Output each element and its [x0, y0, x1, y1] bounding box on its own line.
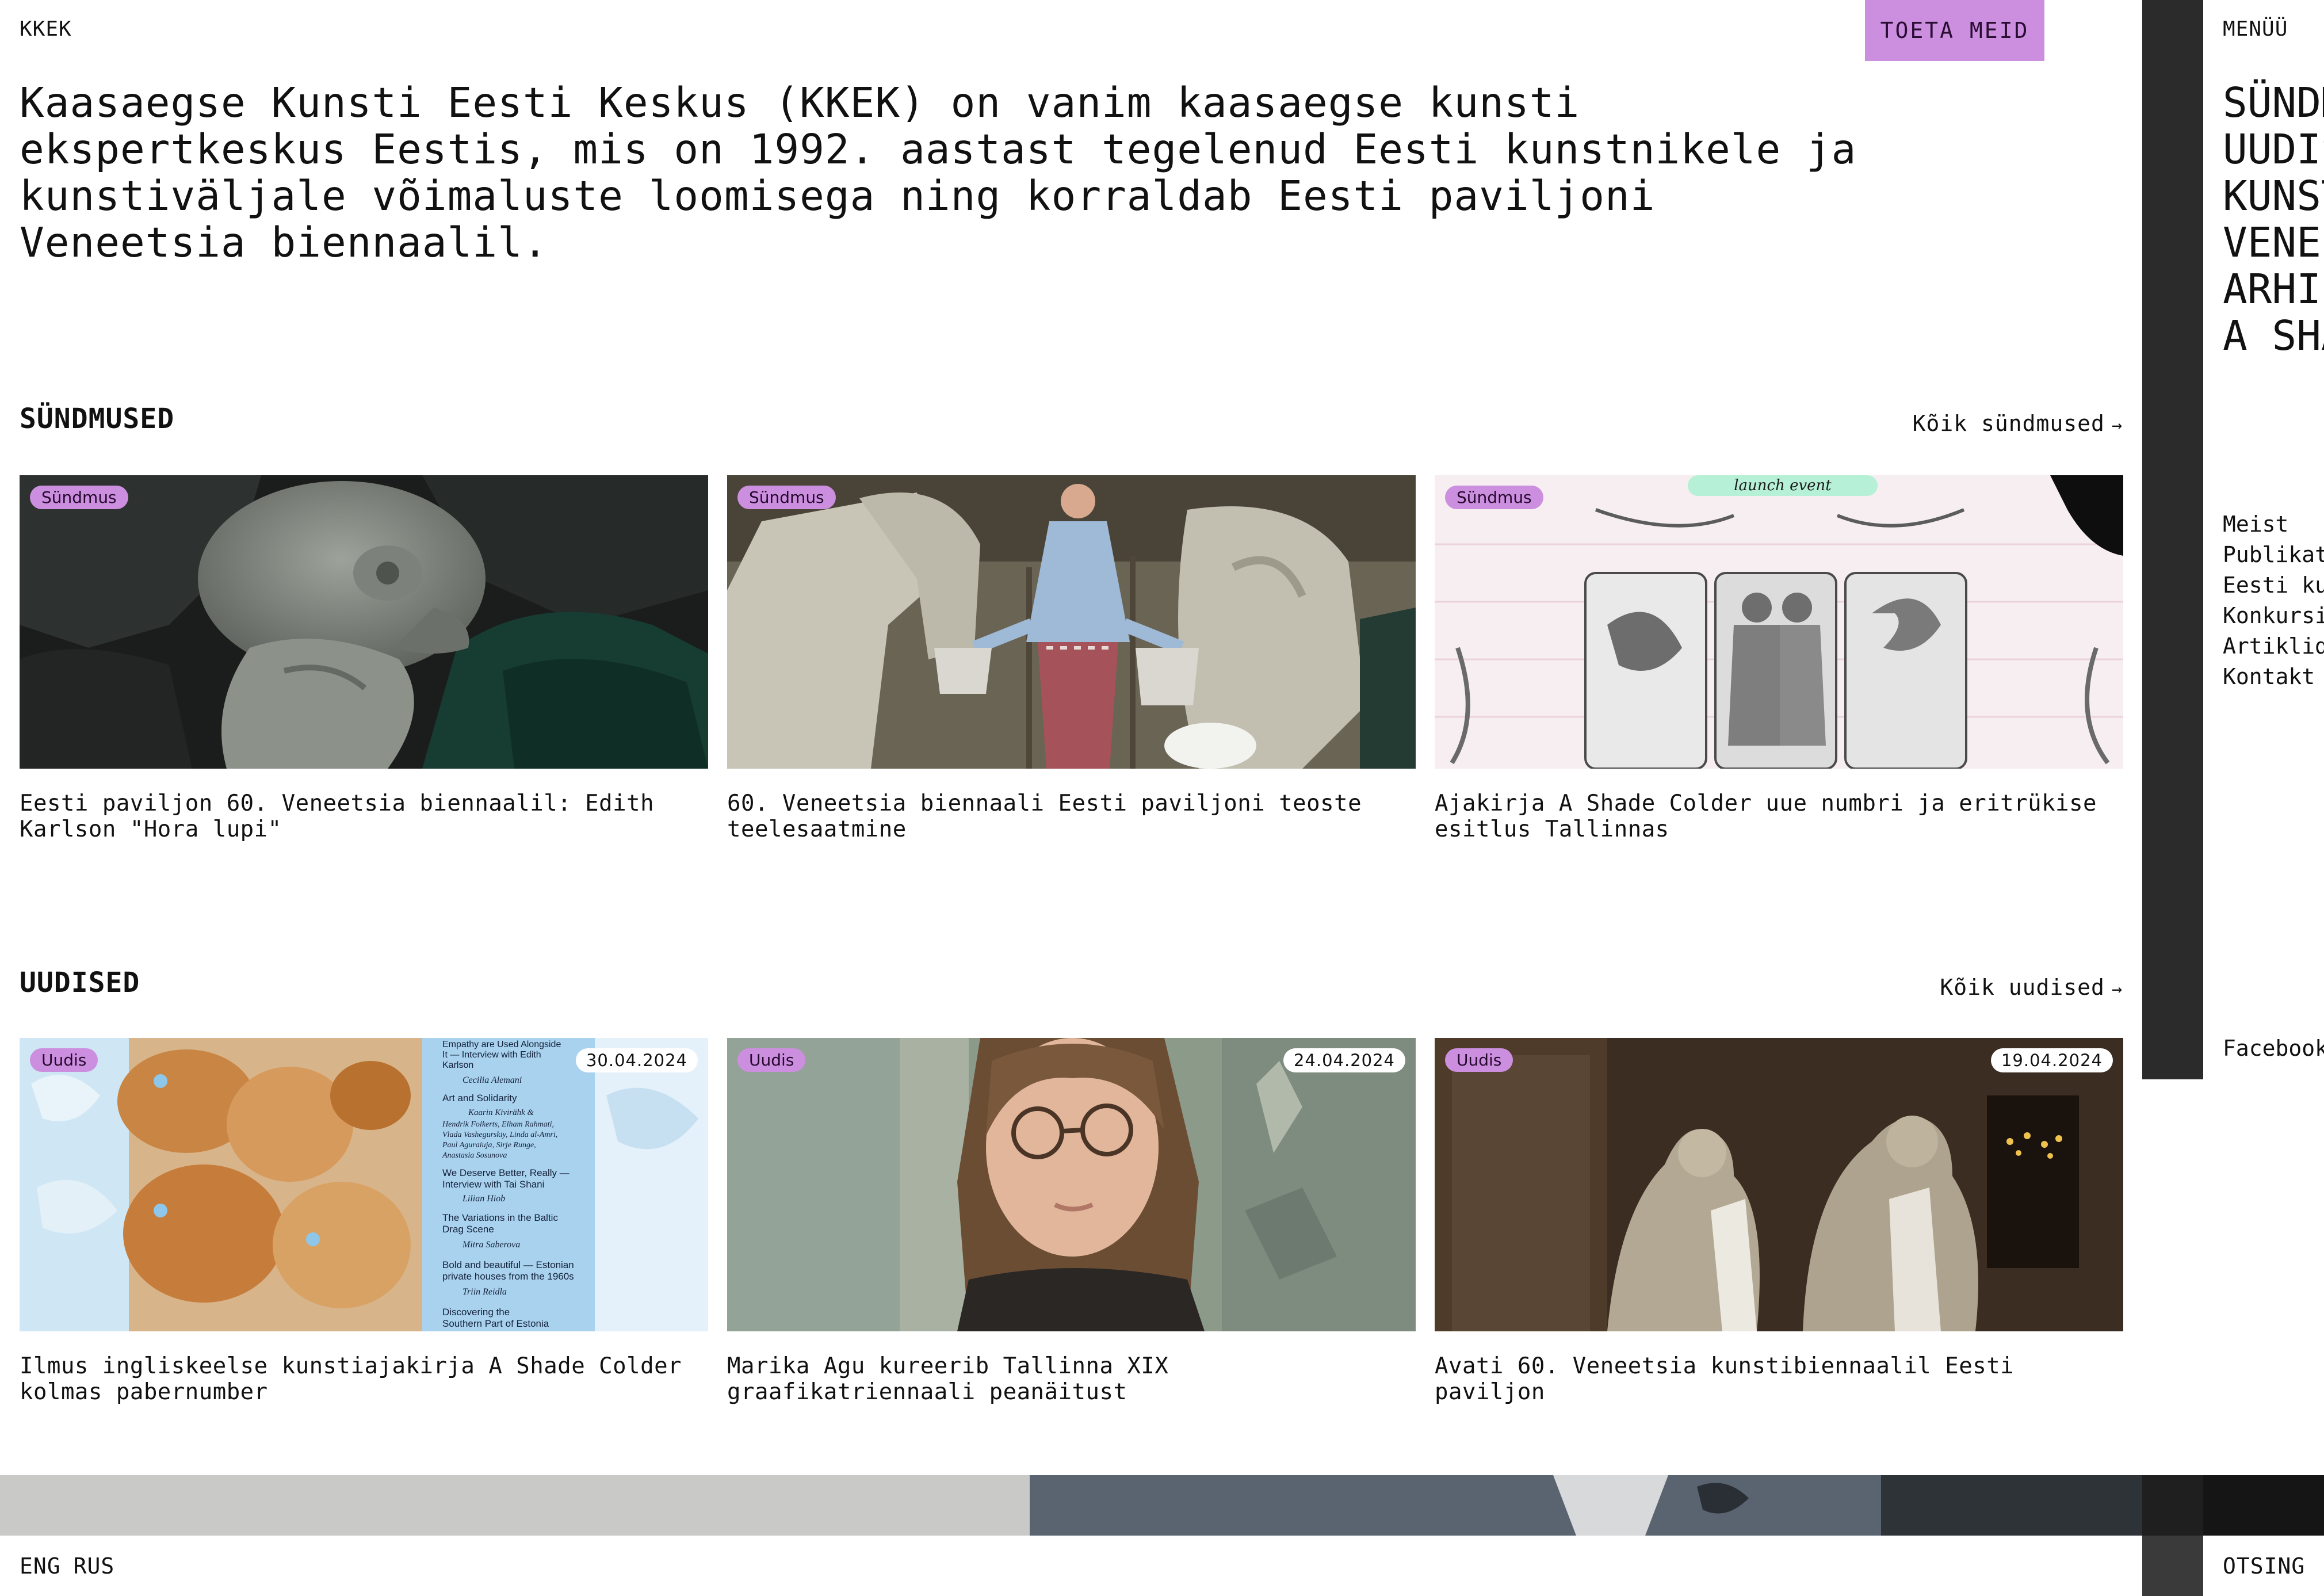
- search-link[interactable]: OTSING: [2223, 1553, 2305, 1579]
- main-content: KKEK TOETA MEID Kaasaegse Kunsti Eesti K…: [0, 0, 2142, 1596]
- menu-item-kunstnikud[interactable]: KUNST: [2223, 173, 2324, 219]
- svg-text:Vlada Vashegurskiy, Linda al-A: Vlada Vashegurskiy, Linda al-Amri,: [442, 1131, 557, 1139]
- two-sculptures-image: [1435, 1038, 2123, 1331]
- language-switcher: ENG RUS: [20, 1553, 127, 1579]
- portrait-woman-glasses-image: [727, 1038, 1416, 1331]
- site-logo[interactable]: KKEK: [20, 17, 72, 41]
- tag-badge: Uudis: [1445, 1048, 1513, 1072]
- menu-item-a-shade-colder[interactable]: A SHA: [2223, 312, 2324, 359]
- svg-text:Interview with Tai Shani: Interview with Tai Shani: [442, 1179, 544, 1190]
- svg-text:It — Interview with Edith: It — Interview with Edith: [442, 1050, 541, 1060]
- svg-text:private houses from the 1960s: private houses from the 1960s: [442, 1271, 574, 1282]
- tag-badge: Uudis: [737, 1048, 806, 1072]
- menu-item-arhiiv[interactable]: ARHII: [2223, 266, 2324, 312]
- news-title[interactable]: Avati 60. Veneetsia kunstibiennaalil Ees…: [1435, 1353, 2123, 1405]
- menu-item-veneetsia[interactable]: VENEE: [2223, 219, 2324, 266]
- event-title[interactable]: Ajakirja A Shade Colder uue numbri ja er…: [1435, 791, 2123, 842]
- menu-sub-item-konkursid[interactable]: Konkursi: [2223, 601, 2324, 631]
- event-image-fish-sculpture: [20, 475, 708, 769]
- date-badge: 24.04.2024: [1283, 1048, 1405, 1072]
- event-card[interactable]: Sündmus 60. Veneetsia biennaali Eesti pa…: [727, 475, 1416, 842]
- menu-item-uudised[interactable]: UUDIS: [2223, 126, 2324, 173]
- news-card[interactable]: Uudis 24.04.2024 Marika Agu kureerib Tal…: [727, 1038, 1416, 1405]
- svg-text:Southern Part of Estonia: Southern Part of Estonia: [442, 1318, 549, 1329]
- support-button[interactable]: TOETA MEID: [1865, 0, 2044, 61]
- tag-badge: Uudis: [30, 1048, 98, 1072]
- events-section-title: SÜNDMUSED: [20, 403, 175, 435]
- news-image-two-sculptures: [1435, 1038, 2123, 1331]
- menu-sub-item-kontakt[interactable]: Kontakt: [2223, 662, 2324, 692]
- launch-event-poster-image: launch event: [1435, 475, 2123, 769]
- language-rus-link[interactable]: RUS: [74, 1553, 115, 1579]
- svg-text:Cecilia Alemani: Cecilia Alemani: [462, 1075, 522, 1085]
- svg-text:Paul Aguraiuja, Sirje Runge,: Paul Aguraiuja, Sirje Runge,: [442, 1141, 536, 1150]
- event-image-launch-event-poster: launch event: [1435, 475, 2123, 769]
- svg-text:We Deserve Better, Really —: We Deserve Better, Really —: [442, 1167, 569, 1178]
- news-card[interactable]: Empathy are Used Alongside It — Intervie…: [20, 1038, 708, 1405]
- news-card[interactable]: Uudis 19.04.2024 Avati 60. Veneetsia kun…: [1435, 1038, 2123, 1405]
- menu-image-strip-bottom: [2142, 1475, 2203, 1536]
- fish-sculpture-image: [20, 475, 708, 769]
- facebook-link[interactable]: Facebook: [2223, 1036, 2324, 1061]
- menu-sub-item-meist[interactable]: Meist: [2223, 509, 2324, 540]
- svg-text:Drag Scene: Drag Scene: [442, 1224, 494, 1235]
- intro-text: Kaasaegse Kunsti Eesti Keskus (KKEK) on …: [20, 79, 1857, 266]
- svg-text:Discovering the: Discovering the: [442, 1307, 510, 1318]
- svg-text:Hendrik Folkerts, Elham Rahmat: Hendrik Folkerts, Elham Rahmati,: [442, 1120, 554, 1129]
- banner-image: [0, 1475, 2142, 1536]
- tag-badge: Sündmus: [1445, 486, 1543, 509]
- woman-with-buckets-image: [727, 475, 1416, 769]
- menu-toggle[interactable]: MENÜÜ: [2223, 17, 2288, 41]
- svg-text:Karlson: Karlson: [442, 1060, 473, 1070]
- event-image-woman-with-buckets: [727, 475, 1416, 769]
- date-badge: 30.04.2024: [575, 1048, 698, 1072]
- menu-sub-list: Meist Publikat Eesti ku Konkursi Artikli…: [2223, 509, 2324, 692]
- menu-item-sundmused[interactable]: SÜNDM: [2223, 79, 2324, 126]
- event-title[interactable]: 60. Veneetsia biennaali Eesti paviljoni …: [727, 791, 1416, 842]
- arrow-right-icon: →: [2111, 415, 2123, 436]
- menu-sub-item-eesti-kunst[interactable]: Eesti ku: [2223, 570, 2324, 601]
- svg-text:Kaarin Kivirähk &: Kaarin Kivirähk &: [468, 1108, 534, 1117]
- language-eng-link[interactable]: ENG: [20, 1553, 61, 1579]
- date-badge: 19.04.2024: [1990, 1048, 2113, 1072]
- menu-sub-item-artiklid[interactable]: Artiklid: [2223, 631, 2324, 662]
- event-card[interactable]: launch event Sündmus Ajakirja A Shade Co…: [1435, 475, 2123, 842]
- news-image-magazine-cover: Empathy are Used Alongside It — Intervie…: [20, 1038, 708, 1331]
- svg-text:Anastasia Sosunova: Anastasia Sosunova: [442, 1151, 507, 1160]
- all-news-link[interactable]: Kõik uudised →: [1940, 975, 2123, 1000]
- news-title[interactable]: Marika Agu kureerib Tallinna XIX graafik…: [727, 1353, 1416, 1405]
- all-events-link-label: Kõik sündmused: [1912, 411, 2105, 436]
- menu-sub-item-publikatsioonid[interactable]: Publikat: [2223, 540, 2324, 570]
- tag-badge: Sündmus: [737, 486, 836, 509]
- poster-text: launch event: [1734, 477, 1832, 494]
- menu-main-list: SÜNDM UUDIS KUNST VENEE ARHII A SHA: [2223, 79, 2324, 359]
- event-title[interactable]: Eesti paviljon 60. Veneetsia biennaalil:…: [20, 791, 708, 842]
- arrow-right-icon: →: [2111, 979, 2123, 999]
- svg-text:Mitra Saberova: Mitra Saberova: [462, 1240, 520, 1250]
- news-section-title: UUDISED: [20, 967, 140, 999]
- all-news-link-label: Kõik uudised: [1940, 975, 2105, 1000]
- menu-image-strip-footer: [2142, 1536, 2203, 1596]
- event-card[interactable]: Sündmus Eesti paviljon 60. Veneetsia bie…: [20, 475, 708, 842]
- svg-text:Triin Reidla: Triin Reidla: [462, 1287, 507, 1297]
- svg-text:The Variations in the Baltic: The Variations in the Baltic: [442, 1212, 558, 1223]
- menu-image-strip: [2142, 0, 2203, 1079]
- svg-text:Lilian Hiob: Lilian Hiob: [462, 1194, 505, 1204]
- magazine-cover-image: Empathy are Used Alongside It — Intervie…: [20, 1038, 708, 1331]
- menu-panel: MENÜÜ SÜNDM UUDIS KUNST VENEE ARHII A SH…: [2142, 0, 2324, 1596]
- menu-dark-block: [2203, 1475, 2324, 1536]
- svg-text:Bold and beautiful — Estonian: Bold and beautiful — Estonian: [442, 1259, 574, 1270]
- tag-badge: Sündmus: [30, 486, 128, 509]
- news-title[interactable]: Ilmus ingliskeelse kunstiajakirja A Shad…: [20, 1353, 708, 1405]
- svg-text:Empathy are Used Alongside: Empathy are Used Alongside: [442, 1040, 561, 1049]
- svg-text:Art and Solidarity: Art and Solidarity: [442, 1093, 517, 1104]
- news-image-portrait-woman-glasses: [727, 1038, 1416, 1331]
- all-events-link[interactable]: Kõik sündmused →: [1913, 411, 2123, 436]
- bottom-banner-image: [0, 1475, 2142, 1536]
